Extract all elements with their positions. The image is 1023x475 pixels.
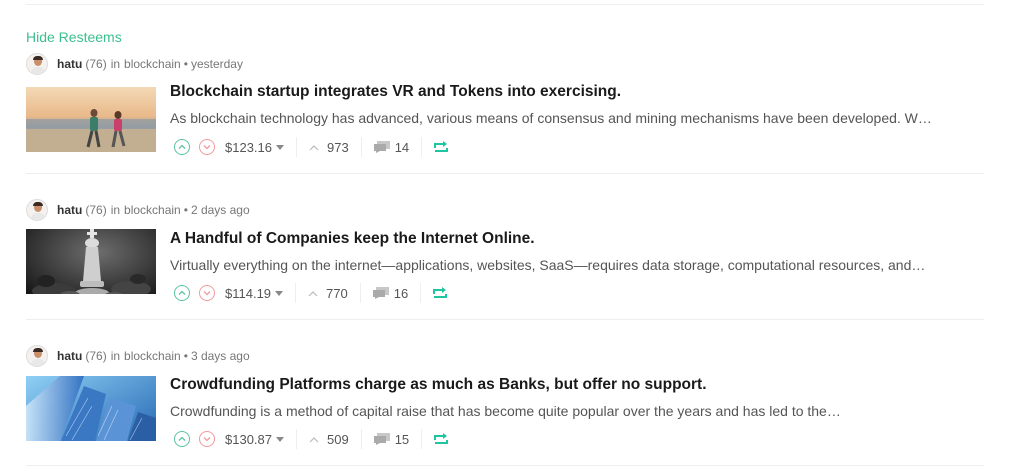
chevron-down-icon [203, 145, 211, 150]
author-reputation: (76) [85, 57, 107, 71]
payout-value[interactable]: $130.87 [225, 432, 272, 447]
action-divider [360, 137, 362, 157]
post-title[interactable]: Blockchain startup integrates VR and Tok… [170, 83, 621, 101]
post-actions: $114.19 770 16 [174, 283, 448, 303]
comments-count[interactable]: 14 [395, 140, 409, 155]
comments-count[interactable]: 16 [394, 286, 408, 301]
action-divider [296, 137, 297, 157]
votes-icon [309, 436, 319, 442]
chevron-down-icon [203, 437, 211, 442]
payout-dropdown-icon[interactable] [276, 436, 284, 442]
in-label: in [110, 203, 121, 217]
post-summary[interactable]: Crowdfunding is a method of capital rais… [170, 403, 984, 419]
hide-resteems-link[interactable]: Hide Resteems [26, 29, 122, 45]
author-reputation: (76) [85, 203, 107, 217]
separator: • [183, 349, 188, 363]
upvote-button[interactable] [174, 431, 190, 447]
author-avatar[interactable] [26, 345, 48, 367]
author-name[interactable]: hatu [57, 57, 82, 71]
post-divider [26, 319, 984, 320]
payout-value[interactable]: $114.19 [225, 286, 271, 301]
resteem-icon[interactable] [434, 433, 449, 445]
chevron-down-icon [203, 291, 211, 296]
upvote-button[interactable] [174, 285, 190, 301]
post-thumbnail[interactable] [26, 87, 156, 152]
downvote-button[interactable] [199, 285, 215, 301]
votes-icon [309, 144, 319, 150]
downvote-button[interactable] [199, 139, 215, 155]
separator: • [183, 203, 188, 217]
action-divider [295, 283, 297, 303]
chevron-up-icon [178, 436, 186, 441]
comments-count[interactable]: 15 [395, 432, 409, 447]
votes-count[interactable]: 973 [327, 140, 349, 155]
downvote-button[interactable] [199, 431, 215, 447]
post-thumbnail[interactable] [26, 376, 156, 441]
category-link[interactable]: blockchain [124, 349, 181, 363]
payout-dropdown-icon[interactable] [275, 290, 284, 296]
post-divider [26, 465, 984, 466]
action-divider [421, 429, 423, 449]
post-title[interactable]: Crowdfunding Platforms charge as much as… [170, 376, 707, 394]
chess-king-image [26, 229, 156, 294]
category-link[interactable]: blockchain [124, 203, 181, 217]
author-avatar[interactable] [26, 199, 48, 221]
post-actions: $130.87 509 15 [174, 429, 449, 449]
author-line: hatu (76) in blockchain • 3 days ago [26, 345, 250, 367]
author-name[interactable]: hatu [57, 349, 82, 363]
comment-icon [373, 141, 390, 153]
post-time[interactable]: yesterday [191, 57, 243, 71]
post-actions: $123.16 973 14 [174, 137, 449, 157]
author-line: hatu (76) in blockchain • yesterday [26, 53, 243, 75]
in-label: in [110, 349, 121, 363]
votes-icon [308, 290, 318, 296]
post-time[interactable]: 3 days ago [191, 349, 250, 363]
beach-runners-image [26, 87, 156, 152]
author-name[interactable]: hatu [57, 203, 82, 217]
payout-value[interactable]: $123.16 [225, 140, 272, 155]
skyscrapers-image [26, 376, 156, 441]
resteem-icon[interactable] [434, 141, 449, 153]
category-link[interactable]: blockchain [124, 57, 181, 71]
action-divider [420, 283, 422, 303]
post-divider [26, 173, 984, 174]
post-time[interactable]: 2 days ago [191, 203, 250, 217]
payout-dropdown-icon[interactable] [276, 144, 284, 150]
action-divider [359, 283, 361, 303]
votes-count[interactable]: 770 [326, 286, 348, 301]
comment-icon [373, 433, 390, 445]
author-line: hatu (76) in blockchain • 2 days ago [26, 199, 250, 221]
chevron-up-icon [178, 144, 186, 149]
separator: • [183, 57, 188, 71]
post-title[interactable]: A Handful of Companies keep the Internet… [170, 230, 535, 248]
comment-icon [372, 287, 389, 299]
author-avatar[interactable] [26, 53, 48, 75]
post-thumbnail[interactable] [26, 229, 156, 294]
in-label: in [110, 57, 121, 71]
action-divider [421, 137, 423, 157]
post-summary[interactable]: Virtually everything on the internet—app… [170, 257, 984, 273]
top-divider [26, 4, 984, 5]
votes-count[interactable]: 509 [327, 432, 349, 447]
author-reputation: (76) [85, 349, 107, 363]
post-summary[interactable]: As blockchain technology has advanced, v… [170, 110, 984, 126]
upvote-button[interactable] [174, 139, 190, 155]
chevron-up-icon [178, 290, 186, 295]
action-divider [360, 429, 362, 449]
resteem-icon[interactable] [433, 287, 448, 299]
action-divider [296, 429, 297, 449]
